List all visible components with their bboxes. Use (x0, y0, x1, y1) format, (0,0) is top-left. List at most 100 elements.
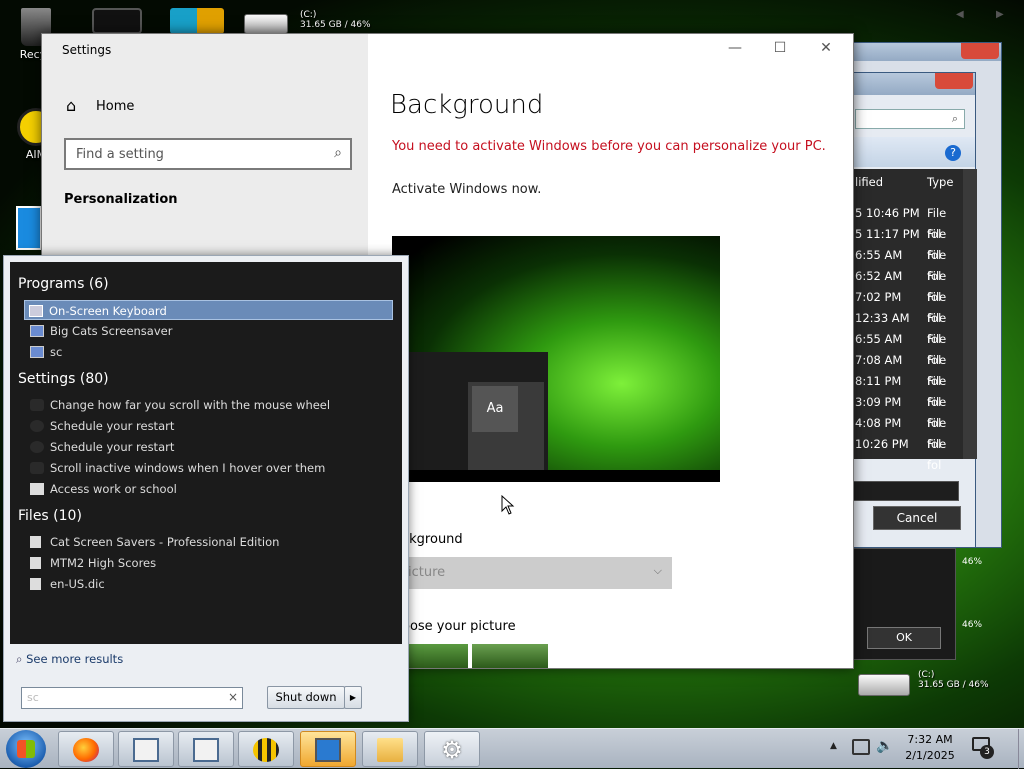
file-row-modified: 6:55 AM (855, 248, 903, 262)
close-icon[interactable] (961, 43, 999, 59)
taskbar-computer[interactable] (300, 731, 356, 767)
game-desktop-icon[interactable] (170, 8, 224, 34)
result-label: Big Cats Screensaver (50, 324, 173, 338)
picture-thumbnail-1[interactable] (402, 644, 468, 668)
file-row-modified: 6:52 AM (855, 269, 903, 283)
file-row[interactable]: 6:55 AM File fol (853, 245, 963, 283)
help-icon[interactable]: ? (945, 145, 961, 161)
group-heading-files: Files (10) (18, 508, 82, 524)
close-icon[interactable] (935, 73, 973, 89)
see-more-results-link[interactable]: ⌕ See more results (16, 652, 123, 667)
shut-down-button[interactable]: Shut down (267, 686, 345, 709)
column-header-type[interactable]: Type (927, 175, 953, 189)
result-label: Scroll inactive windows when I hover ove… (50, 461, 326, 475)
desktop-app-icon[interactable] (16, 206, 42, 250)
chevron-down-icon: ⌵ (653, 564, 662, 577)
file-row[interactable]: 4:08 PM File fol (853, 413, 963, 451)
file-row-modified: 6:55 AM (855, 332, 903, 346)
home-label: Home (96, 99, 135, 114)
desktop-nav-prev-icon[interactable]: ◀ (956, 9, 964, 20)
taskbar-window-1[interactable] (118, 731, 174, 767)
window-icon (133, 738, 159, 762)
close-button[interactable]: ✕ (811, 40, 841, 60)
start-button[interactable] (6, 730, 46, 768)
clock-time: 7:32 AM (907, 733, 953, 746)
file-row-modified: 8:11 PM (855, 374, 902, 388)
column-header-modified[interactable]: lified (855, 175, 883, 189)
mouse-cursor-icon (501, 495, 515, 515)
file-row-modified: 3:09 PM (855, 395, 902, 409)
taskbar-firefox[interactable] (58, 731, 114, 767)
hard-drive-icon (858, 674, 910, 696)
settings-content: — ☐ ✕ Background You need to activate Wi… (368, 34, 853, 668)
network-icon[interactable] (852, 739, 870, 755)
drive-widget-top[interactable]: (C:) 31.65 GB / 46% (244, 10, 394, 34)
result-schedule-restart-1[interactable]: Schedule your restart (26, 416, 395, 436)
start-menu[interactable]: Programs (6) On-Screen Keyboard Big Cats… (3, 255, 409, 722)
result-on-screen-keyboard[interactable]: On-Screen Keyboard (24, 300, 393, 320)
activation-warning: You need to activate Windows before you … (392, 139, 826, 154)
preview-taskbar (392, 470, 720, 482)
taskbar-settings[interactable]: ⚙ (424, 731, 480, 767)
file-row[interactable]: 10:26 PM File fol (853, 434, 963, 472)
result-schedule-restart-2[interactable]: Schedule your restart (26, 437, 395, 457)
result-mtm2-high-scores[interactable]: MTM2 High Scores (26, 553, 395, 573)
volume-icon[interactable]: 🔈 (876, 738, 893, 754)
show-hidden-icons-button[interactable]: ▲ (830, 741, 837, 751)
result-access-work-school[interactable]: Access work or school (26, 479, 395, 499)
file-row-modified: 5 10:46 PM (855, 206, 920, 220)
drive-widget-bottom[interactable]: (C:) 31.65 GB / 46% (858, 670, 1018, 696)
start-search-input[interactable]: sc × (21, 687, 243, 709)
file-row[interactable]: 12:33 AM File fol (853, 308, 963, 346)
ok-button[interactable]: OK (867, 627, 941, 649)
computer-icon (315, 738, 341, 762)
clock[interactable]: 7:32 AM 2/1/2025 (900, 732, 960, 764)
file-row[interactable]: 3:09 PM File fol (853, 392, 963, 430)
result-en-us-dic[interactable]: en-US.dic (26, 574, 395, 594)
file-row[interactable]: 6:52 AM File fol (853, 266, 963, 304)
result-big-cats-screensaver[interactable]: Big Cats Screensaver (26, 321, 395, 341)
result-label: Change how far you scroll with the mouse… (50, 398, 331, 412)
explorer-scrollbar[interactable] (963, 169, 977, 459)
explorer-path-box[interactable] (853, 481, 959, 501)
desktop-nav-next-icon[interactable]: ▶ (996, 9, 1004, 20)
result-label: en-US.dic (50, 577, 105, 591)
maximize-button[interactable]: ☐ (765, 40, 795, 60)
dialog-window[interactable]: OK (852, 548, 956, 660)
search-results-list: Programs (6) On-Screen Keyboard Big Cats… (10, 262, 402, 644)
explorer-search-box[interactable]: ⌕ (855, 109, 965, 129)
minimize-button[interactable]: — (720, 40, 750, 60)
action-center-button[interactable]: 3 (972, 737, 994, 759)
show-desktop-button[interactable] (1018, 729, 1024, 769)
explorer-window[interactable]: ⌕ ? lified Type 5 10:46 PM File fol 5 11:1… (852, 72, 977, 548)
clear-search-icon[interactable]: × (228, 690, 238, 704)
file-row-modified: 12:33 AM (855, 311, 910, 325)
taskbar-bee-app[interactable] (238, 731, 294, 767)
file-row[interactable]: 7:02 PM File fol (853, 287, 963, 325)
file-row[interactable]: 7:08 AM File fol (853, 350, 963, 388)
mouse-settings-icon (30, 399, 44, 411)
find-setting-search[interactable]: Find a setting ⌕ (64, 138, 352, 170)
result-sc[interactable]: sc (26, 342, 395, 362)
file-row[interactable]: 5 10:46 PM File fol (853, 203, 963, 241)
result-cat-screen-savers[interactable]: Cat Screen Savers - Professional Edition (26, 532, 395, 552)
background-type-dropdown[interactable]: icture ⌵ (402, 557, 672, 589)
taskbar-file-explorer[interactable] (362, 731, 418, 767)
steam-desktop-icon[interactable] (92, 8, 142, 34)
group-heading-programs: Programs (6) (18, 276, 109, 292)
result-scroll-mouse-wheel[interactable]: Change how far you scroll with the mouse… (26, 395, 395, 415)
activate-windows-link[interactable]: Activate Windows now. (392, 182, 541, 197)
picture-thumbnail-2[interactable] (472, 644, 548, 668)
window-icon (193, 738, 219, 762)
taskbar-window-2[interactable] (178, 731, 234, 767)
program-icon (30, 346, 44, 358)
home-icon: ⌂ (66, 96, 77, 115)
firefox-icon (73, 738, 99, 762)
shut-down-options-button[interactable]: ▶ (344, 686, 362, 709)
file-row[interactable]: 6:55 AM File fol (853, 329, 963, 367)
cancel-button[interactable]: Cancel (873, 506, 961, 530)
home-nav-item[interactable]: ⌂ Home (64, 96, 354, 118)
file-row[interactable]: 5 11:17 PM File fol (853, 224, 963, 262)
file-row[interactable]: 8:11 PM File fol (853, 371, 963, 409)
result-scroll-inactive-windows[interactable]: Scroll inactive windows when I hover ove… (26, 458, 395, 478)
